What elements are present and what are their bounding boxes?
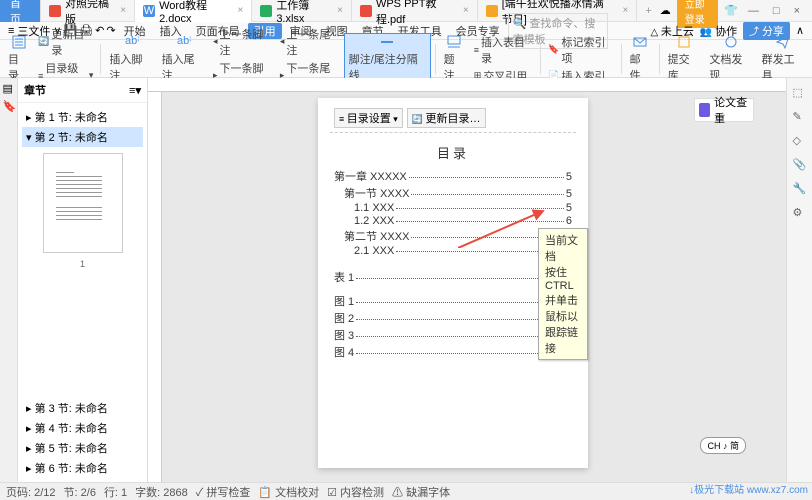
titlebar: 首页 对照完稿版× WWord教程2.docx× 工作簿3.xlsx× WPS … bbox=[0, 0, 812, 22]
watermark: ↓极光下载站 www.xz7.com bbox=[689, 481, 808, 496]
canvas: ≡ 目录设置 ▾ 🔄 更新目录… 目录 第一章 XXXXX5 第一节 XXXX5… bbox=[148, 78, 786, 482]
tool-mail[interactable]: 邮件 bbox=[626, 34, 655, 83]
close-icon[interactable]: × bbox=[237, 5, 243, 16]
clip-icon[interactable]: 📎 bbox=[793, 158, 807, 172]
status-section[interactable]: 节: 2/6 bbox=[64, 484, 96, 500]
tool-caption[interactable]: 题注 bbox=[440, 34, 469, 83]
toc-title: 目录 bbox=[318, 143, 588, 162]
workspace: ▤ 🔖 章节≡▾ ▸ 第 1 节: 未命名 ▾ 第 2 节: 未命名 1 ▸ 第… bbox=[0, 78, 812, 482]
tool-insert-fig-toc[interactable]: ≡ 插入表目录 bbox=[471, 33, 537, 67]
ruler-vertical[interactable] bbox=[148, 92, 162, 482]
status-content-check[interactable]: ☑ 内容检测 bbox=[327, 484, 384, 500]
close-icon[interactable]: × bbox=[120, 5, 126, 16]
plagiarism-check-panel[interactable]: 论文查重 bbox=[694, 98, 754, 122]
style-icon[interactable]: ✎ bbox=[793, 110, 807, 124]
document-page[interactable]: ≡ 目录设置 ▾ 🔄 更新目录… 目录 第一章 XXXXX5 第一节 XXXX5… bbox=[318, 98, 588, 468]
svg-text:ab¹: ab¹ bbox=[125, 35, 139, 47]
rightbar: ⬚ ✎ ◇ 📎 🔧 ⚙ bbox=[786, 78, 812, 482]
nav-section-4[interactable]: ▸ 第 4 节: 未命名 bbox=[22, 418, 143, 438]
select-icon[interactable]: ⬚ bbox=[793, 86, 807, 100]
ime-badge[interactable]: CH ♪ 简 bbox=[700, 437, 746, 454]
nav-section-6[interactable]: ▸ 第 6 节: 未命名 bbox=[22, 458, 143, 478]
tool-mark-index[interactable]: 🔖 标记索引项 bbox=[545, 33, 616, 67]
doc-icon bbox=[260, 5, 272, 17]
bookmark-icon[interactable]: 🔖 bbox=[3, 100, 15, 112]
toc-update-button[interactable]: 🔄 更新目录… bbox=[407, 108, 486, 128]
tab-home[interactable]: 首页 bbox=[0, 0, 41, 22]
tool-prev-footnote[interactable]: ◂ 上一条脚注 bbox=[210, 25, 275, 59]
thumb-page-number: 1 bbox=[22, 259, 143, 269]
close-icon[interactable]: × bbox=[463, 5, 469, 16]
tool-prev-endnote[interactable]: ◂ 上一条尾注 bbox=[277, 25, 342, 59]
skin-icon[interactable]: 👕 bbox=[724, 4, 738, 17]
nav-section-5[interactable]: ▸ 第 5 节: 未命名 bbox=[22, 438, 143, 458]
status-missing-font[interactable]: ⚠ 缺漏字体 bbox=[392, 484, 450, 500]
cloud-icon[interactable]: ☁ bbox=[660, 4, 671, 17]
nav-section-3[interactable]: ▸ 第 3 节: 未命名 bbox=[22, 398, 143, 418]
tool-toc[interactable]: 目录 bbox=[4, 34, 33, 83]
status-proofread[interactable]: 📋 文档校对 bbox=[258, 484, 319, 500]
check-icon bbox=[699, 103, 710, 117]
outline-icon[interactable]: ▤ bbox=[3, 82, 15, 94]
hyperlink-tooltip: 当前文档 按住 CTRL 并单击鼠标以跟踪链接 bbox=[538, 228, 588, 360]
tools-icon[interactable]: 🔧 bbox=[793, 182, 807, 196]
document-tab-1[interactable]: WWord教程2.docx× bbox=[135, 0, 252, 22]
minimize-button[interactable]: — bbox=[744, 5, 763, 17]
nav-section-1[interactable]: ▸ 第 1 节: 未命名 bbox=[22, 107, 143, 127]
add-tab-button[interactable]: + bbox=[637, 5, 659, 17]
tool-insert-footnote[interactable]: ab¹插入脚注 bbox=[105, 34, 155, 83]
tool-mass-send[interactable]: 群发工具 bbox=[758, 34, 808, 83]
svg-text:W: W bbox=[144, 5, 155, 17]
tool-footnote-separator[interactable]: 脚注/尾注分隔线 bbox=[344, 33, 431, 84]
doc-icon: W bbox=[143, 5, 155, 17]
settings-icon[interactable]: ⚙ bbox=[793, 206, 807, 220]
status-page[interactable]: 页码: 2/12 bbox=[6, 484, 56, 500]
close-icon[interactable]: × bbox=[622, 5, 628, 16]
ruler-horizontal[interactable] bbox=[148, 78, 786, 92]
svg-text:ab¹: ab¹ bbox=[177, 35, 191, 47]
document-tab-2[interactable]: 工作簿3.xlsx× bbox=[252, 0, 352, 22]
close-button[interactable]: × bbox=[790, 5, 804, 17]
toc-settings-button[interactable]: ≡ 目录设置 ▾ bbox=[334, 108, 403, 128]
maximize-button[interactable]: □ bbox=[769, 5, 784, 17]
doc-icon bbox=[360, 5, 372, 17]
nav-menu-icon[interactable]: ≡▾ bbox=[129, 84, 141, 97]
document-tab-3[interactable]: WPS PPT教程.pdf× bbox=[352, 0, 478, 22]
doc-icon bbox=[49, 5, 61, 17]
status-wordcount[interactable]: 字数: 2868 bbox=[135, 484, 188, 500]
status-line[interactable]: 行: 1 bbox=[104, 484, 127, 500]
shape-icon[interactable]: ◇ bbox=[793, 134, 807, 148]
page-thumbnail[interactable] bbox=[43, 153, 123, 253]
tool-update-toc[interactable]: 🔄 更新目录 bbox=[35, 25, 96, 59]
tool-submit-lib[interactable]: 提交库 bbox=[664, 34, 704, 83]
quick-undo-icon[interactable]: ↶ bbox=[95, 24, 104, 37]
document-tab-0[interactable]: 对照完稿版× bbox=[41, 0, 135, 22]
nav-panel: 章节≡▾ ▸ 第 1 节: 未命名 ▾ 第 2 节: 未命名 1 ▸ 第 3 节… bbox=[18, 78, 148, 482]
nav-header: 章节≡▾ bbox=[18, 78, 147, 103]
close-icon[interactable]: × bbox=[337, 5, 343, 16]
toolbar: 目录 🔄 更新目录 ≡ 目录级别 ▾ ab¹插入脚注 ab¹插入尾注 ◂ 上一条… bbox=[0, 40, 812, 78]
tool-doc-discover[interactable]: 文档发现 bbox=[705, 34, 755, 83]
tool-insert-endnote[interactable]: ab¹插入尾注 bbox=[158, 34, 208, 83]
doc-icon bbox=[486, 5, 498, 17]
nav-section-2[interactable]: ▾ 第 2 节: 未命名 bbox=[22, 127, 143, 147]
status-spellcheck[interactable]: ✓ 拼写检查 bbox=[196, 484, 251, 500]
leftbar: ▤ 🔖 bbox=[0, 78, 18, 482]
